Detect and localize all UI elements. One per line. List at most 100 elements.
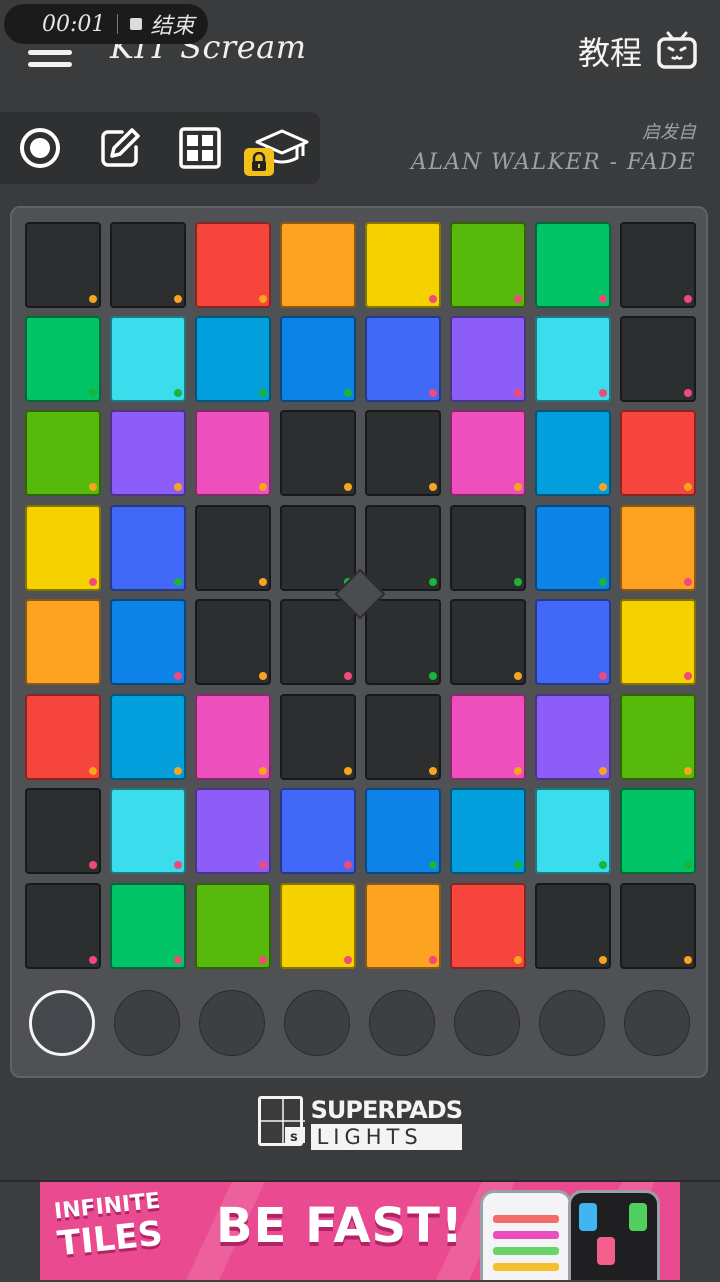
pad-r7-c1[interactable] (25, 788, 101, 874)
pad-r2-c7[interactable] (535, 316, 611, 402)
pad-r3-c2[interactable] (110, 410, 186, 496)
pad-indicator-dot (174, 578, 182, 586)
pad-indicator-dot (599, 672, 607, 680)
pad-r5-c5[interactable] (365, 599, 441, 685)
pad-r4-c8[interactable] (620, 505, 696, 591)
pad-r2-c2[interactable] (110, 316, 186, 402)
pad-indicator-dot (429, 956, 437, 964)
scene-button-5[interactable] (369, 990, 435, 1056)
scene-button-7[interactable] (539, 990, 605, 1056)
pad-r5-c8[interactable] (620, 599, 696, 685)
pad-r3-c7[interactable] (535, 410, 611, 496)
grid-icon[interactable] (176, 124, 224, 172)
pad-r4-c5[interactable] (365, 505, 441, 591)
pad-r1-c2[interactable] (110, 222, 186, 308)
scene-button-6[interactable] (454, 990, 520, 1056)
pad-r2-c6[interactable] (450, 316, 526, 402)
pad-r7-c7[interactable] (535, 788, 611, 874)
pad-r8-c2[interactable] (110, 883, 186, 969)
pad-r4-c1[interactable] (25, 505, 101, 591)
stop-icon[interactable] (130, 18, 143, 30)
ad-game-logo: INFINITE TILES (53, 1189, 166, 1265)
pad-r4-c6[interactable] (450, 505, 526, 591)
pad-r4-c4[interactable] (280, 505, 356, 591)
pad-r6-c1[interactable] (25, 694, 101, 780)
pad-r2-c4[interactable] (280, 316, 356, 402)
pad-r8-c3[interactable] (195, 883, 271, 969)
pad-indicator-dot (684, 389, 692, 397)
pad-indicator-dot (599, 956, 607, 964)
pad-r3-c3[interactable] (195, 410, 271, 496)
pad-r2-c8[interactable] (620, 316, 696, 402)
ad-banner[interactable]: INFINITE TILES BE FAST! (40, 1182, 680, 1280)
divider (117, 14, 119, 34)
pad-r1-c8[interactable] (620, 222, 696, 308)
pad-indicator-dot (344, 483, 352, 491)
pad-r2-c5[interactable] (365, 316, 441, 402)
pad-r1-c1[interactable] (25, 222, 101, 308)
pad-r2-c3[interactable] (195, 316, 271, 402)
pad-r5-c1[interactable] (25, 599, 101, 685)
pad-r4-c7[interactable] (535, 505, 611, 591)
bilibili-tv-icon (657, 31, 697, 69)
pad-r5-c6[interactable] (450, 599, 526, 685)
pad-r3-c5[interactable] (365, 410, 441, 496)
pad-r1-c6[interactable] (450, 222, 526, 308)
pad-r6-c7[interactable] (535, 694, 611, 780)
pad-r8-c7[interactable] (535, 883, 611, 969)
scene-button-2[interactable] (114, 990, 180, 1056)
pad-r6-c8[interactable] (620, 694, 696, 780)
pad-r1-c7[interactable] (535, 222, 611, 308)
pad-r8-c5[interactable] (365, 883, 441, 969)
pad-r5-c4[interactable] (280, 599, 356, 685)
pad-r1-c3[interactable] (195, 222, 271, 308)
pad-r6-c6[interactable] (450, 694, 526, 780)
stop-recording-button[interactable]: 结束 (150, 8, 194, 40)
pad-r6-c4[interactable] (280, 694, 356, 780)
pad-r6-c5[interactable] (365, 694, 441, 780)
pad-indicator-dot (429, 672, 437, 680)
pad-indicator-dot (344, 861, 352, 869)
pad-indicator-dot (684, 767, 692, 775)
pad-r7-c6[interactable] (450, 788, 526, 874)
tutorial-button[interactable]: 教程 (578, 28, 698, 74)
scene-button-1[interactable] (29, 990, 95, 1056)
pad-r7-c2[interactable] (110, 788, 186, 874)
pad-r3-c6[interactable] (450, 410, 526, 496)
pad-r8-c4[interactable] (280, 883, 356, 969)
scene-button-8[interactable] (624, 990, 690, 1056)
record-icon[interactable] (16, 124, 64, 172)
pad-r7-c8[interactable] (620, 788, 696, 874)
pad-r7-c4[interactable] (280, 788, 356, 874)
pad-r1-c5[interactable] (365, 222, 441, 308)
pad-indicator-dot (344, 672, 352, 680)
pad-indicator-dot (89, 861, 97, 869)
pad-r5-c3[interactable] (195, 599, 271, 685)
pad-r8-c1[interactable] (25, 883, 101, 969)
pad-indicator-dot (429, 861, 437, 869)
pad-r6-c3[interactable] (195, 694, 271, 780)
scene-button-4[interactable] (284, 990, 350, 1056)
edit-icon[interactable] (96, 124, 144, 172)
scene-button-3[interactable] (199, 990, 265, 1056)
pad-r3-c4[interactable] (280, 410, 356, 496)
pad-r7-c3[interactable] (195, 788, 271, 874)
pad-r1-c4[interactable] (280, 222, 356, 308)
pad-r4-c2[interactable] (110, 505, 186, 591)
pad-r2-c1[interactable] (25, 316, 101, 402)
pad-r7-c5[interactable] (365, 788, 441, 874)
pad-r3-c1[interactable] (25, 410, 101, 496)
pad-r3-c8[interactable] (620, 410, 696, 496)
brand-lights: LIGHTS (310, 1124, 462, 1150)
pad-r8-c8[interactable] (620, 883, 696, 969)
pad-r4-c3[interactable] (195, 505, 271, 591)
pad-r5-c2[interactable] (110, 599, 186, 685)
pad-indicator-dot (429, 389, 437, 397)
pad-indicator-dot (344, 389, 352, 397)
superpads-lights-logo: s SUPERPADS LIGHTS (258, 1096, 463, 1152)
pad-r5-c7[interactable] (535, 599, 611, 685)
screen-recording-indicator[interactable]: 00:01 结束 (4, 4, 208, 44)
pad-r8-c6[interactable] (450, 883, 526, 969)
pad-indicator-dot (599, 389, 607, 397)
pad-r6-c2[interactable] (110, 694, 186, 780)
